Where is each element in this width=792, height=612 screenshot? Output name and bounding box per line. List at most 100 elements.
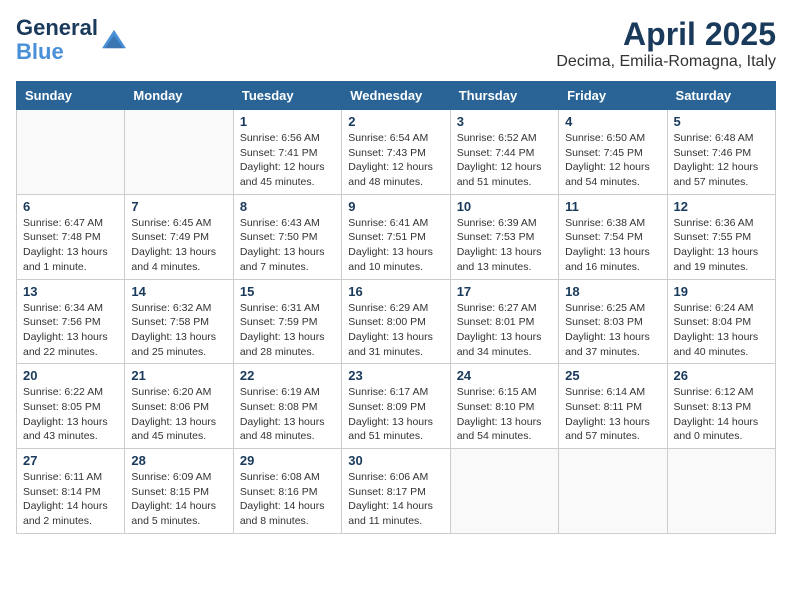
- day-detail: Sunrise: 6:25 AM Sunset: 8:03 PM Dayligh…: [565, 301, 660, 360]
- day-number: 25: [565, 368, 660, 383]
- calendar-header-saturday: Saturday: [667, 82, 775, 110]
- day-detail: Sunrise: 6:15 AM Sunset: 8:10 PM Dayligh…: [457, 385, 552, 444]
- day-number: 24: [457, 368, 552, 383]
- day-detail: Sunrise: 6:43 AM Sunset: 7:50 PM Dayligh…: [240, 216, 335, 275]
- day-detail: Sunrise: 6:54 AM Sunset: 7:43 PM Dayligh…: [348, 131, 443, 190]
- day-number: 1: [240, 114, 335, 129]
- day-detail: Sunrise: 6:27 AM Sunset: 8:01 PM Dayligh…: [457, 301, 552, 360]
- day-detail: Sunrise: 6:52 AM Sunset: 7:44 PM Dayligh…: [457, 131, 552, 190]
- calendar-day-7: 7 Sunrise: 6:45 AM Sunset: 7:49 PM Daylig…: [125, 194, 233, 279]
- calendar-day-5: 5Sunrise: 6:48 AM Sunset: 7:46 PM Daylig…: [667, 110, 775, 195]
- day-number: 29: [240, 453, 335, 468]
- day-number: 11: [565, 199, 660, 214]
- day-number: 7: [131, 199, 226, 214]
- calendar-day-2: 2 Sunrise: 6:54 AM Sunset: 7:43 PM Daylig…: [342, 110, 450, 195]
- calendar-day-14: 14 Sunrise: 6:32 AM Sunset: 7:58 PM Dayli…: [125, 279, 233, 364]
- calendar-day-22: 22Sunrise: 6:19 AM Sunset: 8:08 PM Dayli…: [233, 364, 341, 449]
- day-detail: Sunrise: 6:17 AM Sunset: 8:09 PM Dayligh…: [348, 385, 443, 444]
- day-number: 9: [348, 199, 443, 214]
- calendar-day-27: 27 Sunrise: 6:11 AM Sunset: 8:14 PM Dayli…: [17, 449, 125, 534]
- calendar-header-monday: Monday: [125, 82, 233, 110]
- day-detail: Sunrise: 6:41 AM Sunset: 7:51 PM Dayligh…: [348, 216, 443, 275]
- day-detail: Sunrise: 6:20 AM Sunset: 8:06 PM Dayligh…: [131, 385, 226, 444]
- logo: GeneralBlue: [16, 16, 128, 64]
- day-detail: Sunrise: 6:09 AM Sunset: 8:15 PM Dayligh…: [131, 470, 226, 529]
- calendar-header-sunday: Sunday: [17, 82, 125, 110]
- day-detail: Sunrise: 6:50 AM Sunset: 7:45 PM Dayligh…: [565, 131, 660, 190]
- day-number: 13: [23, 284, 118, 299]
- calendar-week-row: 27 Sunrise: 6:11 AM Sunset: 8:14 PM Dayli…: [17, 449, 776, 534]
- day-detail: Sunrise: 6:11 AM Sunset: 8:14 PM Dayligh…: [23, 470, 118, 529]
- calendar-day-26: 26 Sunrise: 6:12 AM Sunset: 8:13 PM Dayli…: [667, 364, 775, 449]
- day-detail: Sunrise: 6:39 AM Sunset: 7:53 PM Dayligh…: [457, 216, 552, 275]
- day-detail: Sunrise: 6:29 AM Sunset: 8:00 PM Dayligh…: [348, 301, 443, 360]
- calendar-day-18: 18 Sunrise: 6:25 AM Sunset: 8:03 PM Dayli…: [559, 279, 667, 364]
- day-number: 27: [23, 453, 118, 468]
- calendar-day-28: 28 Sunrise: 6:09 AM Sunset: 8:15 PM Dayli…: [125, 449, 233, 534]
- calendar-day-23: 23 Sunrise: 6:17 AM Sunset: 8:09 PM Dayli…: [342, 364, 450, 449]
- logo-text: GeneralBlue: [16, 16, 98, 64]
- day-number: 2: [348, 114, 443, 129]
- calendar-day-29: 29 Sunrise: 6:08 AM Sunset: 8:16 PM Dayli…: [233, 449, 341, 534]
- day-detail: Sunrise: 6:45 AM Sunset: 7:49 PM Dayligh…: [131, 216, 226, 275]
- day-detail: Sunrise: 6:22 AM Sunset: 8:05 PM Dayligh…: [23, 385, 118, 444]
- day-detail: Sunrise: 6:31 AM Sunset: 7:59 PM Dayligh…: [240, 301, 335, 360]
- day-number: 28: [131, 453, 226, 468]
- calendar-week-row: 6 Sunrise: 6:47 AM Sunset: 7:48 PM Daylig…: [17, 194, 776, 279]
- calendar-week-row: 1 Sunrise: 6:56 AM Sunset: 7:41 PM Daylig…: [17, 110, 776, 195]
- calendar-day-13: 13 Sunrise: 6:34 AM Sunset: 7:56 PM Dayli…: [17, 279, 125, 364]
- day-number: 20: [23, 368, 118, 383]
- day-number: 16: [348, 284, 443, 299]
- logo-icon: [100, 28, 128, 52]
- calendar-header-wednesday: Wednesday: [342, 82, 450, 110]
- day-detail: Sunrise: 6:08 AM Sunset: 8:16 PM Dayligh…: [240, 470, 335, 529]
- calendar-day-9: 9 Sunrise: 6:41 AM Sunset: 7:51 PM Daylig…: [342, 194, 450, 279]
- day-number: 5: [674, 114, 769, 129]
- day-number: 30: [348, 453, 443, 468]
- calendar-day-11: 11Sunrise: 6:38 AM Sunset: 7:54 PM Dayli…: [559, 194, 667, 279]
- calendar-day-16: 16 Sunrise: 6:29 AM Sunset: 8:00 PM Dayli…: [342, 279, 450, 364]
- day-number: 18: [565, 284, 660, 299]
- day-detail: Sunrise: 6:14 AM Sunset: 8:11 PM Dayligh…: [565, 385, 660, 444]
- calendar-day-empty: [667, 449, 775, 534]
- day-number: 14: [131, 284, 226, 299]
- day-number: 23: [348, 368, 443, 383]
- calendar-day-17: 17 Sunrise: 6:27 AM Sunset: 8:01 PM Dayli…: [450, 279, 558, 364]
- day-number: 6: [23, 199, 118, 214]
- day-detail: Sunrise: 6:56 AM Sunset: 7:41 PM Dayligh…: [240, 131, 335, 190]
- day-detail: Sunrise: 6:36 AM Sunset: 7:55 PM Dayligh…: [674, 216, 769, 275]
- calendar-day-empty: [559, 449, 667, 534]
- calendar-day-25: 25 Sunrise: 6:14 AM Sunset: 8:11 PM Dayli…: [559, 364, 667, 449]
- calendar-table: SundayMondayTuesdayWednesdayThursdayFrid…: [16, 81, 776, 534]
- calendar-day-24: 24 Sunrise: 6:15 AM Sunset: 8:10 PM Dayli…: [450, 364, 558, 449]
- day-detail: Sunrise: 6:47 AM Sunset: 7:48 PM Dayligh…: [23, 216, 118, 275]
- location-title: Decima, Emilia-Romagna, Italy: [556, 53, 776, 71]
- calendar-day-1: 1 Sunrise: 6:56 AM Sunset: 7:41 PM Daylig…: [233, 110, 341, 195]
- day-detail: Sunrise: 6:34 AM Sunset: 7:56 PM Dayligh…: [23, 301, 118, 360]
- day-number: 15: [240, 284, 335, 299]
- calendar-header-friday: Friday: [559, 82, 667, 110]
- page-header: GeneralBlue April 2025 Decima, Emilia-Ro…: [16, 16, 776, 71]
- day-number: 3: [457, 114, 552, 129]
- day-number: 10: [457, 199, 552, 214]
- day-detail: Sunrise: 6:19 AM Sunset: 8:08 PM Dayligh…: [240, 385, 335, 444]
- day-number: 8: [240, 199, 335, 214]
- calendar-week-row: 13 Sunrise: 6:34 AM Sunset: 7:56 PM Dayli…: [17, 279, 776, 364]
- day-detail: Sunrise: 6:24 AM Sunset: 8:04 PM Dayligh…: [674, 301, 769, 360]
- calendar-day-6: 6 Sunrise: 6:47 AM Sunset: 7:48 PM Daylig…: [17, 194, 125, 279]
- calendar-header-thursday: Thursday: [450, 82, 558, 110]
- calendar-header-row: SundayMondayTuesdayWednesdayThursdayFrid…: [17, 82, 776, 110]
- day-detail: Sunrise: 6:12 AM Sunset: 8:13 PM Dayligh…: [674, 385, 769, 444]
- calendar-day-19: 19Sunrise: 6:24 AM Sunset: 8:04 PM Dayli…: [667, 279, 775, 364]
- calendar-day-21: 21 Sunrise: 6:20 AM Sunset: 8:06 PM Dayli…: [125, 364, 233, 449]
- day-number: 17: [457, 284, 552, 299]
- calendar-week-row: 20 Sunrise: 6:22 AM Sunset: 8:05 PM Dayli…: [17, 364, 776, 449]
- day-detail: Sunrise: 6:32 AM Sunset: 7:58 PM Dayligh…: [131, 301, 226, 360]
- calendar-day-3: 3 Sunrise: 6:52 AM Sunset: 7:44 PM Daylig…: [450, 110, 558, 195]
- day-number: 26: [674, 368, 769, 383]
- calendar-day-empty: [17, 110, 125, 195]
- calendar-day-30: 30Sunrise: 6:06 AM Sunset: 8:17 PM Dayli…: [342, 449, 450, 534]
- calendar-day-20: 20 Sunrise: 6:22 AM Sunset: 8:05 PM Dayli…: [17, 364, 125, 449]
- day-number: 21: [131, 368, 226, 383]
- month-title: April 2025: [556, 16, 776, 53]
